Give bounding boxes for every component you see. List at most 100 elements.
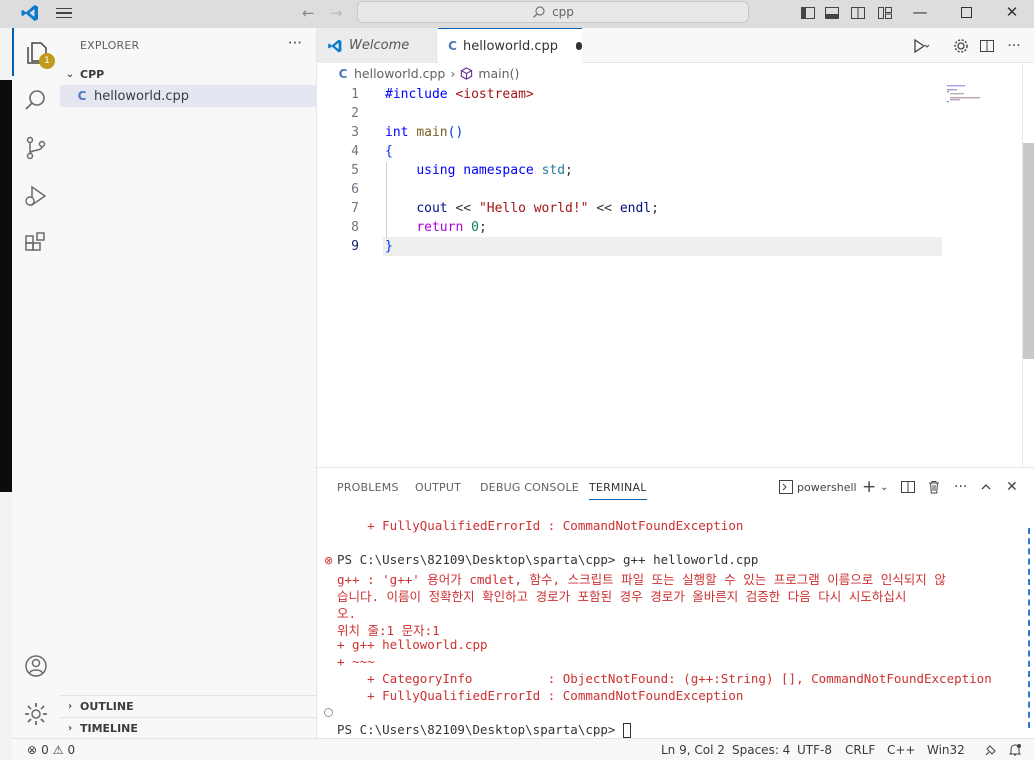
accounts-activity[interactable] xyxy=(12,642,60,690)
vscode-logo-icon xyxy=(328,39,342,52)
maximize-panel-icon[interactable] xyxy=(980,478,992,496)
encoding[interactable]: UTF-8 xyxy=(797,743,832,757)
feedback-icon[interactable] xyxy=(984,743,998,760)
notifications-icon[interactable] xyxy=(1008,743,1022,760)
split-terminal-button[interactable] xyxy=(901,478,915,496)
terminal-line: + g++ helloworld.cpp xyxy=(337,637,488,652)
timeline-label: TIMELINE xyxy=(80,722,138,735)
code-line: 9} xyxy=(317,237,957,256)
minimize-button[interactable]: — xyxy=(910,3,930,21)
run-debug-icon xyxy=(25,185,47,207)
gear-icon xyxy=(25,703,47,725)
search-text: cpp xyxy=(552,5,574,19)
customize-layout-icon[interactable] xyxy=(877,5,893,21)
terminal-icon xyxy=(779,480,793,494)
more-actions-icon[interactable]: ··· xyxy=(288,34,302,52)
trash-icon xyxy=(929,481,939,494)
split-editor-button[interactable] xyxy=(978,37,996,55)
run-code-button[interactable] xyxy=(912,37,930,55)
settings-button[interactable] xyxy=(952,37,970,55)
chevron-down-icon[interactable]: ⌄ xyxy=(880,478,888,496)
minimap[interactable] xyxy=(947,84,987,104)
error-count: 0 xyxy=(41,743,49,757)
close-panel-icon[interactable]: ✕ xyxy=(1006,478,1018,496)
unsaved-dot-icon[interactable] xyxy=(576,42,582,50)
line-number: 6 xyxy=(351,182,359,197)
method-icon xyxy=(461,67,473,80)
command-decoration-icon[interactable] xyxy=(324,708,333,717)
gear-icon xyxy=(954,39,968,53)
problems-status[interactable]: ⊗ 0 ⚠ 0 xyxy=(27,743,75,757)
code-line: 8 return 0; xyxy=(317,218,957,237)
platform[interactable]: Win32 xyxy=(927,743,965,757)
title-bar: ← → cpp — ✕ xyxy=(0,0,1034,28)
code-line: 4{ xyxy=(317,142,957,161)
back-arrow-icon[interactable]: ← xyxy=(302,4,315,22)
shell-name: powershell xyxy=(797,480,857,494)
new-terminal-button[interactable]: + xyxy=(862,477,876,497)
more-actions-icon[interactable]: ··· xyxy=(1005,37,1023,55)
vertical-scrollbar[interactable] xyxy=(1023,143,1034,359)
end-of-line[interactable]: CRLF xyxy=(845,743,875,757)
tab-label: Welcome xyxy=(349,38,410,53)
code-line: 6 xyxy=(317,180,957,199)
close-button[interactable]: ✕ xyxy=(1002,3,1022,21)
maximize-button[interactable] xyxy=(956,3,976,21)
tab-debug-console[interactable]: DEBUG CONSOLE xyxy=(480,481,579,494)
toggle-secondary-sidebar-icon[interactable] xyxy=(850,5,866,21)
source-control-activity[interactable] xyxy=(12,124,60,172)
run-debug-activity[interactable] xyxy=(12,172,60,220)
terminal-shell-selector[interactable]: powershell xyxy=(779,478,857,496)
folder-section-cpp[interactable]: ⌄ CPP xyxy=(60,63,317,85)
warning-count: 0 xyxy=(67,743,76,757)
file-name: helloworld.cpp xyxy=(94,88,189,104)
manage-activity[interactable] xyxy=(12,690,60,738)
search-icon xyxy=(533,6,545,18)
error-decoration-icon[interactable]: ⊗ xyxy=(324,555,333,566)
extensions-activity[interactable] xyxy=(12,220,60,268)
outline-section[interactable]: › OUTLINE xyxy=(60,695,317,717)
terminal-scroll-markers xyxy=(1028,528,1030,728)
background-window-edge xyxy=(0,80,12,492)
language-mode[interactable]: C++ xyxy=(887,743,916,757)
command-center-search[interactable]: cpp xyxy=(357,1,749,23)
split-editor-icon xyxy=(901,481,915,493)
code-editor[interactable]: C helloworld.cpp › main() 1 #include <ios… xyxy=(317,63,1034,467)
line-number: 2 xyxy=(351,106,359,121)
chevron-right-icon: › xyxy=(450,66,456,81)
code-line: 3 int main() xyxy=(317,123,957,142)
code-line: 2 xyxy=(317,104,957,123)
indentation[interactable]: Spaces: 4 xyxy=(732,743,790,757)
explorer-activity[interactable]: 1 xyxy=(12,28,60,76)
tab-welcome[interactable]: Welcome xyxy=(317,28,437,63)
tab-terminal[interactable]: TERMINAL xyxy=(589,481,647,500)
toggle-primary-sidebar-icon[interactable] xyxy=(800,5,816,21)
toggle-panel-icon[interactable] xyxy=(824,5,840,21)
menu-icon[interactable] xyxy=(56,4,76,22)
tab-output[interactable]: OUTPUT xyxy=(415,481,461,494)
timeline-section[interactable]: › TIMELINE xyxy=(60,717,317,739)
chevron-right-icon: › xyxy=(67,723,73,734)
breadcrumb-symbol[interactable]: main() xyxy=(478,66,519,81)
source-control-icon xyxy=(26,136,46,160)
tab-problems[interactable]: PROBLEMS xyxy=(337,481,399,494)
cursor-position[interactable]: Ln 9, Col 2 xyxy=(661,743,725,757)
tab-helloworld[interactable]: C helloworld.cpp xyxy=(438,28,582,63)
terminal-line: + FullyQualifiedErrorId : CommandNotFoun… xyxy=(337,688,744,703)
code-line: 1 #include <iostream> xyxy=(317,85,957,104)
error-icon: ⊗ xyxy=(27,743,38,757)
line-number: 1 xyxy=(351,87,359,102)
kill-terminal-button[interactable] xyxy=(927,478,941,496)
terminal-prompt: PS C:\Users\82109\Desktop\sparta\cpp> xyxy=(337,722,631,738)
more-actions-icon[interactable]: ··· xyxy=(954,478,967,496)
tab-label: helloworld.cpp xyxy=(463,38,558,54)
breadcrumb: C helloworld.cpp › main() xyxy=(337,66,520,81)
search-activity[interactable] xyxy=(12,76,60,124)
prompt-text: PS C:\Users\82109\Desktop\sparta\cpp> xyxy=(337,722,623,737)
line-number: 5 xyxy=(351,163,359,178)
line-number: 4 xyxy=(351,144,359,159)
file-item-helloworld[interactable]: C helloworld.cpp xyxy=(60,85,316,107)
forward-arrow-icon[interactable]: → xyxy=(330,4,343,22)
cpp-file-icon: C xyxy=(77,89,87,103)
breadcrumb-file[interactable]: helloworld.cpp xyxy=(354,66,445,81)
